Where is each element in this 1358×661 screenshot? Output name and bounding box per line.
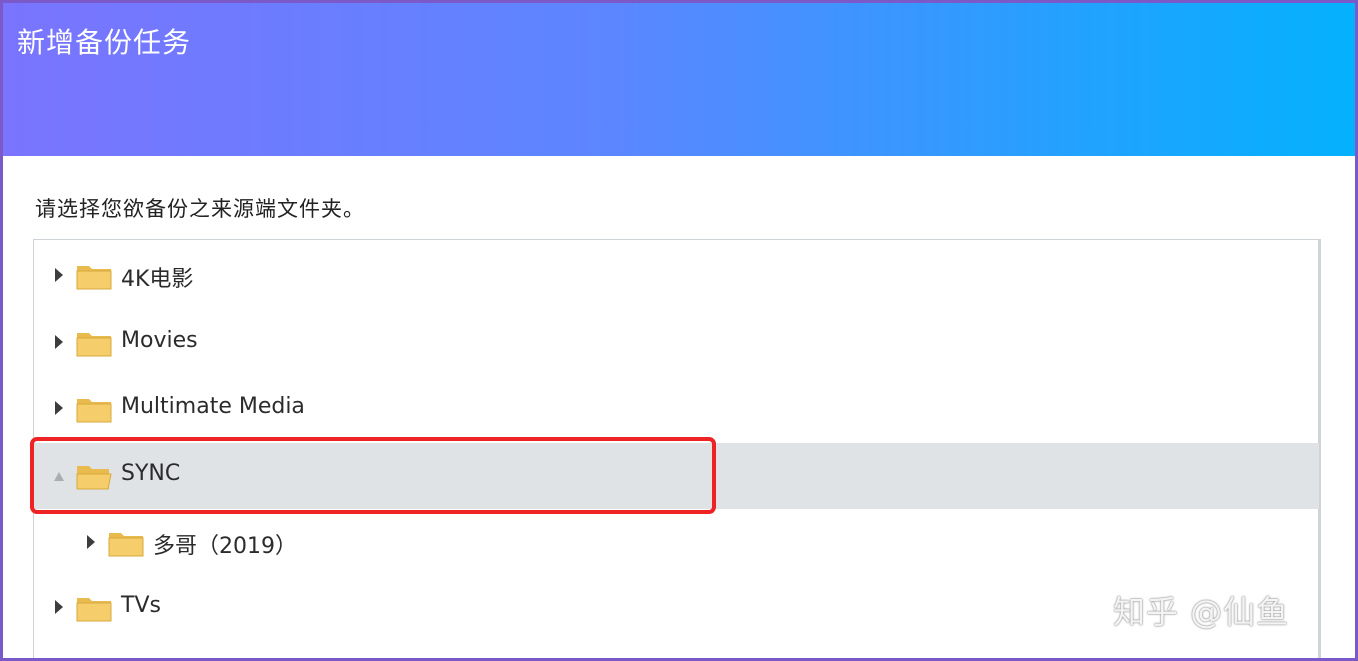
folder-icon — [76, 399, 112, 423]
tree-item-duoge-2019[interactable]: 多哥（2019） — [34, 510, 1319, 576]
tree-item-label: Movies — [121, 328, 198, 353]
tree-item-4k-movies[interactable]: 4K电影 — [34, 243, 1319, 309]
source-folder-prompt: 请选择您欲备份之来源端文件夹。 — [35, 197, 365, 221]
folder-icon — [108, 533, 144, 557]
tree-item-label: Multimate Media — [121, 394, 305, 419]
folder-icon — [76, 266, 112, 290]
tree-item-label: 4K电影 — [121, 267, 194, 292]
folder-icon — [76, 333, 112, 357]
tree-item-label: SYNC — [121, 461, 181, 486]
watermark: 知乎 @仙鱼 — [1113, 593, 1290, 631]
dialog-header: 新增备份任务 — [3, 3, 1355, 156]
open-folder-icon — [76, 466, 112, 490]
expand-arrow-icon[interactable] — [55, 268, 63, 282]
expand-arrow-icon[interactable] — [55, 335, 63, 349]
tree-item-movies[interactable]: Movies — [34, 310, 1319, 376]
expand-arrow-icon[interactable] — [55, 401, 63, 415]
tree-item-label: TVs — [121, 593, 161, 618]
folder-icon — [76, 598, 112, 622]
collapse-arrow-icon[interactable] — [54, 472, 64, 481]
dialog-title: 新增备份任务 — [17, 26, 192, 59]
tree-item-sync[interactable]: SYNC — [34, 443, 1319, 509]
tree-item-label: 多哥（2019） — [153, 534, 297, 559]
expand-arrow-icon[interactable] — [87, 535, 95, 549]
tree-item-multimate-media[interactable]: Multimate Media — [34, 376, 1319, 442]
expand-arrow-icon[interactable] — [55, 600, 63, 614]
backup-task-dialog: 新增备份任务 请选择您欲备份之来源端文件夹。 4K电影 Movies Multi… — [0, 0, 1358, 661]
